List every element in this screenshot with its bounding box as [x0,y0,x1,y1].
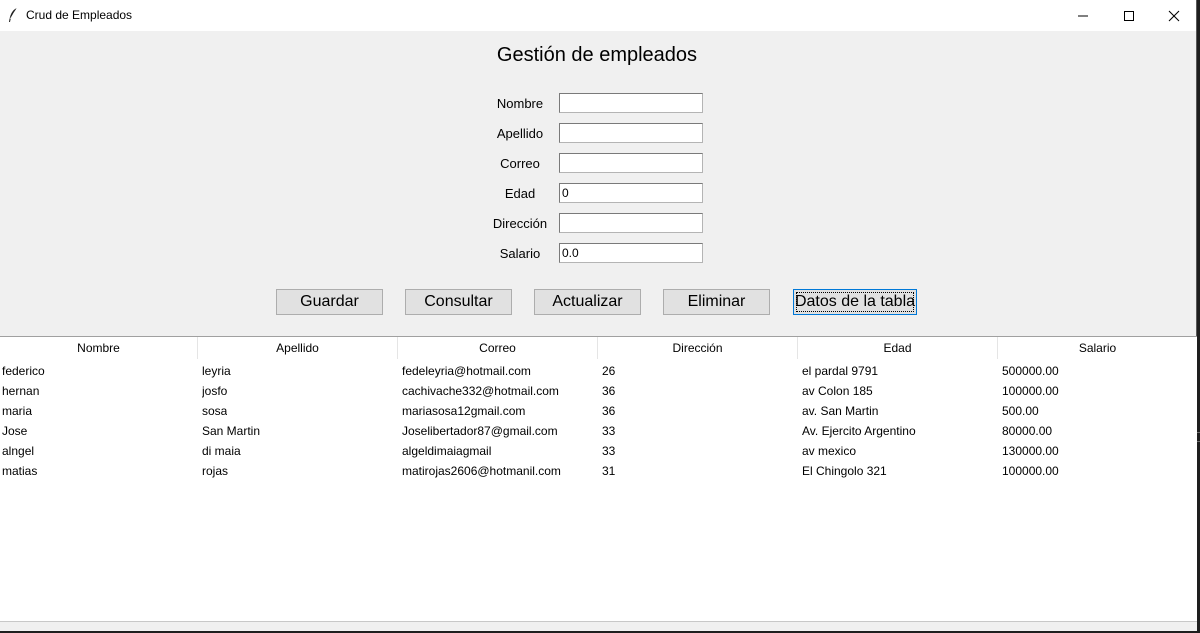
cell-edad: el pardal 9791 [802,364,879,378]
feather-icon [7,7,19,23]
direccion-label: Dirección [492,216,548,231]
maximize-icon [1124,11,1134,21]
cell-nombre: maria [2,404,33,418]
cell-direccion: 31 [602,464,616,478]
apellido-label: Apellido [496,126,544,141]
employees-table[interactable]: Nombre Apellido Correo Dirección Edad Sa… [0,336,1197,621]
nombre-label: Nombre [496,96,544,111]
cell-salario: 130000.00 [1002,444,1059,458]
cell-apellido: di maia [202,444,241,458]
close-button[interactable] [1151,0,1197,31]
cell-direccion: 33 [602,444,616,458]
cell-apellido: San Martin [202,424,261,438]
cell-direccion: 36 [602,384,616,398]
cell-nombre: alngel [2,444,35,458]
cell-nombre: hernan [2,384,40,398]
maximize-button[interactable] [1106,0,1152,31]
minimize-button[interactable] [1060,0,1106,31]
cell-correo: Joselibertador87@gmail.com [402,424,558,438]
cell-edad: av. San Martin [802,404,879,418]
edad-label: Edad [504,186,536,201]
minimize-icon [1078,15,1088,17]
app-window: Crud de Empleados Gestión de empleados N… [0,0,1197,631]
salario-input[interactable] [559,243,703,263]
cell-correo: cachivache332@hotmail.com [402,384,559,398]
table-row[interactable]: maria sosa mariasosa12gmail.com 36 av. S… [0,401,1197,421]
title-bar: Crud de Empleados [0,0,1196,31]
cell-apellido: rojas [202,464,229,478]
consultar-button[interactable]: Consultar [405,289,512,315]
column-header-salario[interactable]: Salario [998,337,1197,359]
column-header-correo[interactable]: Correo [398,337,598,359]
cell-nombre: Jose [2,424,28,438]
cell-salario: 500000.00 [1002,364,1059,378]
cell-apellido: josfo [202,384,228,398]
correo-label: Correo [500,156,540,171]
table-row[interactable]: federico leyria fedeleyria@hotmail.com 2… [0,361,1197,381]
guardar-button[interactable]: Guardar [276,289,383,315]
cell-apellido: sosa [202,404,228,418]
cell-direccion: 26 [602,364,616,378]
column-header-direccion[interactable]: Dirección [598,337,798,359]
column-header-edad[interactable]: Edad [798,337,998,359]
cell-correo: fedeleyria@hotmail.com [402,364,531,378]
cell-correo: matirojas2606@hotmanil.com [402,464,561,478]
cell-salario: 100000.00 [1002,384,1059,398]
close-icon [1168,10,1180,22]
direccion-input[interactable] [559,213,703,233]
window-title: Crud de Empleados [26,8,133,22]
edad-input[interactable] [559,183,703,203]
cell-edad: Av. Ejercito Argentino [802,424,916,438]
nombre-input[interactable] [559,93,703,113]
correo-input[interactable] [559,153,703,173]
page-title: Gestión de empleados [496,44,698,66]
cell-salario: 100000.00 [1002,464,1059,478]
table-header: Nombre Apellido Correo Dirección Edad Sa… [0,337,1197,359]
cell-edad: av mexico [802,444,857,458]
table-row[interactable]: alngel di maia algeldimaiagmail 33 av me… [0,441,1197,461]
cell-correo: algeldimaiagmail [402,444,492,458]
datos-tabla-button[interactable]: Datos de la tabla [793,289,917,315]
actualizar-button[interactable]: Actualizar [534,289,641,315]
cell-edad: El Chingolo 321 [802,464,887,478]
cell-nombre: matias [2,464,38,478]
apellido-input[interactable] [559,123,703,143]
table-row[interactable]: Jose San Martin Joselibertador87@gmail.c… [0,421,1197,441]
table-row[interactable]: hernan josfo cachivache332@hotmail.com 3… [0,381,1197,401]
cell-edad: av Colon 185 [802,384,873,398]
cell-salario: 500.00 [1002,404,1039,418]
cell-direccion: 33 [602,424,616,438]
cell-correo: mariasosa12gmail.com [402,404,526,418]
cell-nombre: federico [2,364,45,378]
cell-salario: 80000.00 [1002,424,1053,438]
eliminar-button[interactable]: Eliminar [663,289,770,315]
column-header-apellido[interactable]: Apellido [198,337,398,359]
cell-apellido: leyria [202,364,231,378]
salario-label: Salario [499,246,541,261]
column-header-nombre[interactable]: Nombre [0,337,198,359]
cell-direccion: 36 [602,404,616,418]
bottom-edge [0,621,1197,631]
table-row[interactable]: matias rojas matirojas2606@hotmanil.com … [0,461,1197,481]
